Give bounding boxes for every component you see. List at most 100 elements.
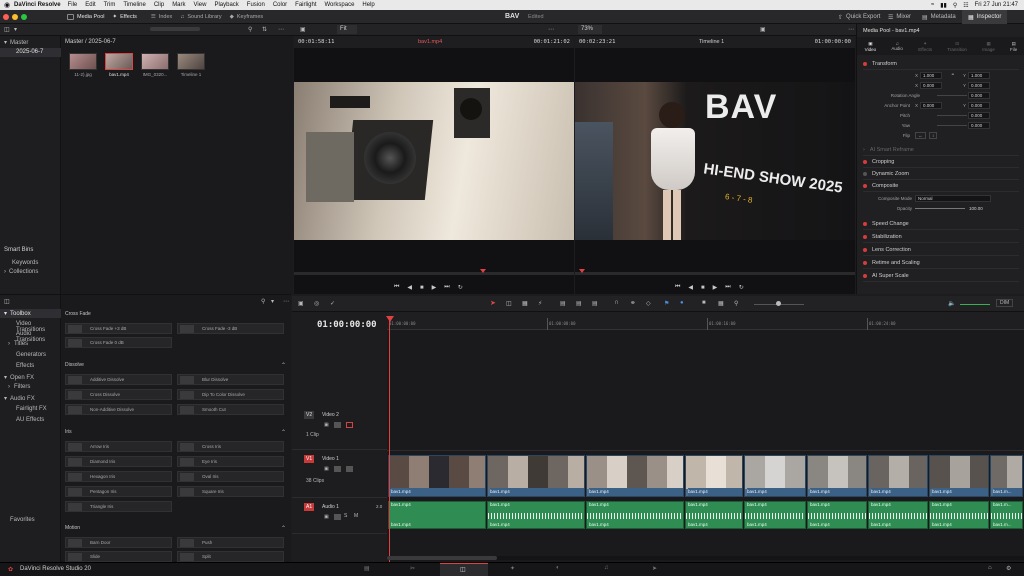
clip-thumbnail-img[interactable] — [141, 53, 169, 70]
rotation-slider[interactable] — [937, 95, 967, 96]
minimize-window-button[interactable] — [12, 13, 18, 20]
video-clip[interactable]: bav1.mp4 — [586, 455, 684, 497]
fx-eye-iris[interactable]: Eye Iris — [177, 456, 284, 467]
menu-view[interactable]: View — [194, 2, 207, 8]
nav-favorites[interactable]: Favorites — [10, 517, 35, 523]
nav-audio-fx[interactable]: ▾ Audio FX — [4, 395, 35, 403]
dim-button[interactable]: DIM — [996, 299, 1014, 307]
jump-end-icon[interactable]: ⏭ — [725, 284, 730, 291]
lock-icon[interactable]: ▣ — [324, 466, 329, 472]
search-icon[interactable]: ⚲ — [261, 298, 265, 305]
fx-pentagon-iris[interactable]: Pentagon Iris — [65, 486, 172, 497]
marker-pen-icon[interactable]: ✓ — [330, 300, 335, 307]
source-video-frame[interactable] — [294, 82, 574, 240]
nav-toolbox[interactable]: ▾ Toolbox — [0, 309, 61, 318]
linked-selection-icon[interactable]: ⚭ — [630, 299, 636, 307]
settings-gear-icon[interactable]: ⚙ — [1006, 565, 1011, 572]
timeline-scrubber[interactable] — [575, 272, 855, 275]
sort-icon[interactable]: ⇅ — [262, 26, 267, 33]
fx-cross-dissolve[interactable]: Cross Dissolve — [65, 389, 172, 400]
timeline-timecode[interactable]: 01:00:00:00 — [317, 320, 377, 330]
fx-smooth-cut[interactable]: Smooth Cut — [177, 404, 284, 415]
audio-clip[interactable]: bav1.mp4 bav1.mp4 — [487, 501, 585, 529]
fx-push[interactable]: Push — [177, 537, 284, 548]
tab-effects[interactable]: ✦ Effects — [918, 41, 932, 52]
video-clip[interactable]: bav1.mp4 — [868, 455, 928, 497]
link-icon[interactable]: ⚭ — [951, 72, 955, 78]
volume-icon[interactable]: 🔈 — [948, 300, 955, 307]
menu-mark[interactable]: Mark — [172, 2, 185, 8]
zoom-x-field[interactable]: 1.000 — [920, 72, 942, 79]
section-speed-change[interactable]: Speed Change — [863, 218, 1019, 230]
fx-cross-fade-plus3[interactable]: Cross Fade +3 dB — [65, 323, 172, 334]
audio-clip[interactable]: bav1.mp4 bav1.mp4 — [807, 501, 867, 529]
pitch-slider[interactable] — [937, 115, 967, 116]
master-bin[interactable]: ▾ Master — [4, 39, 28, 47]
anchor-y-field[interactable]: 0.000 — [968, 102, 990, 109]
mute-button[interactable]: M — [354, 513, 358, 519]
flip-vertical-button[interactable]: ↕ — [929, 132, 938, 139]
metadata-button[interactable]: ▤ Metadata — [922, 10, 956, 24]
audio-track-icon[interactable]: ◎ — [314, 300, 319, 307]
fairlight-page-icon[interactable]: ♫ — [604, 565, 609, 571]
section-lens-correction[interactable]: Lens Correction — [863, 244, 1019, 256]
auto-select-icon[interactable] — [334, 514, 341, 520]
audio-clip[interactable]: bav1.mp4 bav1.mp4 — [868, 501, 928, 529]
media-pool-button[interactable]: Media Pool — [67, 13, 105, 20]
menubar-clock[interactable]: Fri 27 Jun 21:47 — [975, 2, 1018, 8]
jump-start-icon[interactable]: ⏮ — [675, 284, 680, 291]
effects-button[interactable]: ✦ Effects — [113, 14, 137, 20]
enable-dot-icon[interactable] — [863, 221, 867, 226]
cut-page-icon[interactable]: ✂ — [410, 565, 415, 572]
layout-icon[interactable]: ◫ — [4, 26, 10, 33]
timeline-video-frame[interactable]: BAV HI-END SHOW 2025 6 - 7 - 8 — [575, 82, 855, 240]
nav-filters[interactable]: › Filters — [8, 384, 30, 390]
chevron-up-icon[interactable]: ⌃ — [281, 362, 286, 369]
auto-select-icon[interactable] — [334, 422, 341, 428]
replace-clip-icon[interactable]: ▤ — [592, 300, 598, 307]
inspector-button[interactable]: ▦ Inspector — [962, 10, 1008, 24]
audio-clip[interactable]: bav1.mp4 bav1.mp4 — [744, 501, 806, 529]
video-clip[interactable]: bav1.mp4 — [929, 455, 989, 497]
audio-clip[interactable]: bav1.mp4 bav1.mp4 — [929, 501, 989, 529]
fx-cross-fade-0[interactable]: Cross Fade 0 dB — [65, 337, 172, 348]
play-icon[interactable]: ▶ — [713, 284, 718, 291]
dynamic-trim-icon[interactable]: ▦ — [522, 300, 528, 307]
tab-video[interactable]: ▣ Video — [865, 41, 876, 52]
zoom-window-button[interactable] — [21, 13, 27, 20]
motion-header[interactable]: Motion — [65, 525, 80, 531]
solo-button[interactable]: S — [344, 513, 347, 519]
fx-slide[interactable]: Slide — [65, 551, 172, 562]
track-disable-icon[interactable] — [346, 422, 353, 428]
search-icon[interactable]: ⚲ — [248, 26, 252, 33]
nav-au-effects[interactable]: AU Effects — [16, 417, 44, 423]
section-smart-reframe[interactable]: › AI Smart Reframe — [863, 144, 1019, 156]
fx-barn-door[interactable]: Barn Door — [65, 537, 172, 548]
loop-icon[interactable]: ↻ — [458, 284, 463, 291]
source-scrubber[interactable] — [294, 272, 574, 275]
cross-fade-header[interactable]: Cross Fade — [65, 311, 91, 317]
trim-tool-icon[interactable]: ◫ — [506, 300, 512, 307]
enable-dot-icon[interactable] — [863, 61, 867, 66]
fx-square-iris[interactable]: Square Iris — [177, 486, 284, 497]
track-id-a1[interactable]: A1 — [304, 503, 315, 511]
nav-fairlight-fx[interactable]: Fairlight FX — [16, 406, 47, 412]
timeline-scrollbar[interactable] — [387, 556, 1024, 560]
marker-icon[interactable]: ● — [680, 300, 684, 306]
enable-dot-icon[interactable] — [863, 234, 867, 239]
fx-diamond-iris[interactable]: Diamond Iris — [65, 456, 172, 467]
blade-tool-icon[interactable]: ⚡ — [538, 300, 542, 307]
audio-clip[interactable]: bav1.mp4 bav1.mp4 — [388, 501, 486, 529]
menu-fusion[interactable]: Fusion — [247, 2, 265, 8]
fx-cross-fade-minus3[interactable]: Cross Fade -3 dB — [177, 323, 284, 334]
smart-bin-keywords[interactable]: Keywords — [12, 260, 38, 266]
more-icon[interactable]: ⋯ — [848, 26, 854, 33]
flip-horizontal-button[interactable]: ↔ — [915, 132, 926, 139]
video-clip[interactable]: bav1.mp4 — [744, 455, 806, 497]
fx-dip-to-color[interactable]: Dip To Color Dissolve — [177, 389, 284, 400]
timeline-scroll-thumb[interactable] — [387, 556, 497, 560]
jump-start-icon[interactable]: ⏮ — [394, 284, 399, 291]
tab-transition[interactable]: ⊡ Transition — [947, 41, 967, 52]
yaw-field[interactable]: 0.000 — [968, 122, 990, 129]
nav-titles[interactable]: › Titles — [8, 341, 28, 347]
